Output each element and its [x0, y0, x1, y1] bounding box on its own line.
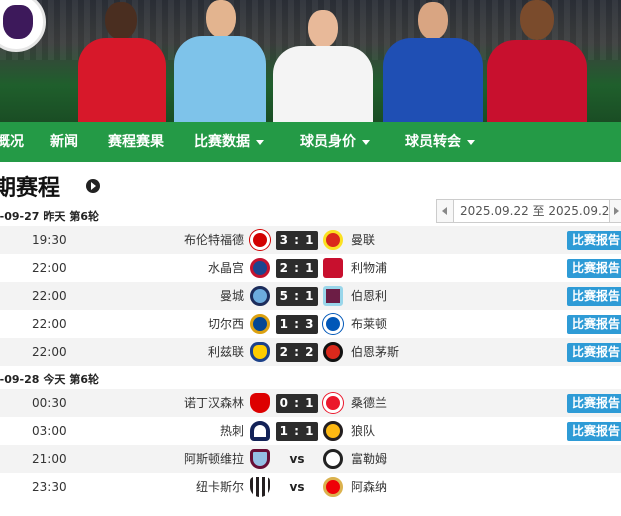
- player-image-1: [72, 0, 172, 122]
- match-report-button[interactable]: 比赛报告: [567, 394, 621, 413]
- match-time: 22:00: [32, 289, 67, 303]
- match-row: 21:00 阿斯顿维拉 vs 富勒姆: [0, 445, 621, 473]
- home-team[interactable]: 阿斯顿维拉: [184, 445, 244, 473]
- match-report-button[interactable]: 比赛报告: [567, 287, 621, 306]
- match-report-button[interactable]: 比赛报告: [567, 259, 621, 278]
- home-team[interactable]: 诺丁汉森林: [184, 389, 244, 417]
- match-report-button[interactable]: 比赛报告: [567, 231, 621, 250]
- lion-emblem-icon: [3, 5, 33, 39]
- score[interactable]: 2 : 2: [276, 343, 318, 362]
- away-crest-icon: [323, 230, 343, 250]
- home-crest-icon: [250, 421, 270, 441]
- away-crest-icon: [323, 421, 343, 441]
- home-crest-icon: [250, 477, 270, 497]
- main-nav: 概况 新闻 赛程赛果 比赛数据 球员身价 球员转会: [0, 122, 621, 162]
- chevron-down-icon: [467, 139, 475, 145]
- match-report-button[interactable]: 比赛报告: [567, 315, 621, 334]
- match-row: 22:00 利兹联 2 : 2 伯恩茅斯 比赛报告: [0, 338, 621, 366]
- match-report-button[interactable]: 比赛报告: [567, 343, 621, 362]
- home-crest-icon: [250, 449, 270, 469]
- next-week-button[interactable]: [609, 199, 621, 223]
- nav-overview[interactable]: 概况: [0, 122, 24, 162]
- away-crest-icon: [323, 449, 343, 469]
- chevron-down-icon: [256, 139, 264, 145]
- home-team[interactable]: 纽卡斯尔: [196, 473, 244, 501]
- away-team[interactable]: 伯恩利: [351, 282, 387, 310]
- match-report-button[interactable]: 比赛报告: [567, 422, 621, 441]
- match-time: 22:00: [32, 317, 67, 331]
- match-time: 22:00: [32, 261, 67, 275]
- arrow-right-circle-icon[interactable]: [86, 179, 100, 193]
- away-team[interactable]: 曼联: [351, 226, 375, 254]
- match-time: 22:00: [32, 345, 67, 359]
- home-team[interactable]: 水晶宫: [208, 254, 244, 282]
- away-team[interactable]: 布莱顿: [351, 310, 387, 338]
- prev-week-button[interactable]: [436, 199, 454, 223]
- nav-fixtures-results[interactable]: 赛程赛果: [108, 122, 164, 162]
- away-crest-icon: [323, 314, 343, 334]
- home-crest-icon: [250, 342, 270, 362]
- home-team[interactable]: 曼城: [220, 282, 244, 310]
- home-crest-icon: [250, 230, 270, 250]
- home-crest-icon: [250, 393, 270, 413]
- player-image-4: [378, 0, 488, 122]
- home-crest-icon: [250, 258, 270, 278]
- nav-match-stats[interactable]: 比赛数据: [194, 122, 264, 162]
- score[interactable]: 5 : 1: [276, 287, 318, 306]
- match-row: 22:00 水晶宫 2 : 1 利物浦 比赛报告: [0, 254, 621, 282]
- home-team[interactable]: 布伦特福德: [184, 226, 244, 254]
- match-row: 23:30 纽卡斯尔 vs 阿森纳: [0, 473, 621, 501]
- player-image-3: [268, 0, 378, 122]
- match-row: 22:00 切尔西 1 : 3 布莱顿 比赛报告: [0, 310, 621, 338]
- away-team[interactable]: 桑德兰: [351, 389, 387, 417]
- match-row: 00:30 诺丁汉森林 0 : 1 桑德兰 比赛报告: [0, 389, 621, 417]
- away-crest-icon: [323, 393, 343, 413]
- player-image-2: [170, 0, 270, 122]
- match-time: 21:00: [32, 452, 67, 466]
- score[interactable]: 1 : 3: [276, 315, 318, 334]
- nav-news[interactable]: 新闻: [50, 122, 78, 162]
- score[interactable]: 2 : 1: [276, 259, 318, 278]
- header-banner: [0, 0, 621, 122]
- score[interactable]: 0 : 1: [276, 394, 318, 413]
- player-image-5: [482, 0, 592, 122]
- score[interactable]: 1 : 1: [276, 422, 318, 441]
- match-row: 03:00 热刺 1 : 1 狼队 比赛报告: [0, 417, 621, 445]
- score[interactable]: 3 : 1: [276, 231, 318, 250]
- away-crest-icon: [323, 258, 343, 278]
- versus-label: vs: [289, 480, 305, 494]
- away-crest-icon: [323, 477, 343, 497]
- match-time: 00:30: [32, 396, 67, 410]
- chevron-down-icon: [362, 139, 370, 145]
- match-time: 19:30: [32, 233, 67, 247]
- page-title: 期赛程: [0, 176, 61, 201]
- versus-label: vs: [289, 452, 305, 466]
- home-team[interactable]: 利兹联: [208, 338, 244, 366]
- home-crest-icon: [250, 314, 270, 334]
- match-row: 22:00 曼城 5 : 1 伯恩利 比赛报告: [0, 282, 621, 310]
- match-row: 19:30 布伦特福德 3 : 1 曼联 比赛报告: [0, 226, 621, 254]
- away-crest-icon: [323, 342, 343, 362]
- away-team[interactable]: 阿森纳: [351, 473, 387, 501]
- away-team[interactable]: 利物浦: [351, 254, 387, 282]
- away-team[interactable]: 伯恩茅斯: [351, 338, 399, 366]
- day-header: 5-09-28今天第6轮: [0, 373, 100, 386]
- match-time: 03:00: [32, 424, 67, 438]
- nav-transfers[interactable]: 球员转会: [405, 122, 475, 162]
- home-crest-icon: [250, 286, 270, 306]
- away-team[interactable]: 富勒姆: [351, 445, 387, 473]
- home-team[interactable]: 热刺: [220, 417, 244, 445]
- date-range-label[interactable]: 2025.09.22 至 2025.09.28: [454, 199, 609, 223]
- match-time: 23:30: [32, 480, 67, 494]
- away-team[interactable]: 狼队: [351, 417, 375, 445]
- day-header: 5-09-27昨天第6轮: [0, 210, 100, 223]
- nav-player-value[interactable]: 球员身价: [300, 122, 370, 162]
- away-crest-icon: [323, 286, 343, 306]
- home-team[interactable]: 切尔西: [208, 310, 244, 338]
